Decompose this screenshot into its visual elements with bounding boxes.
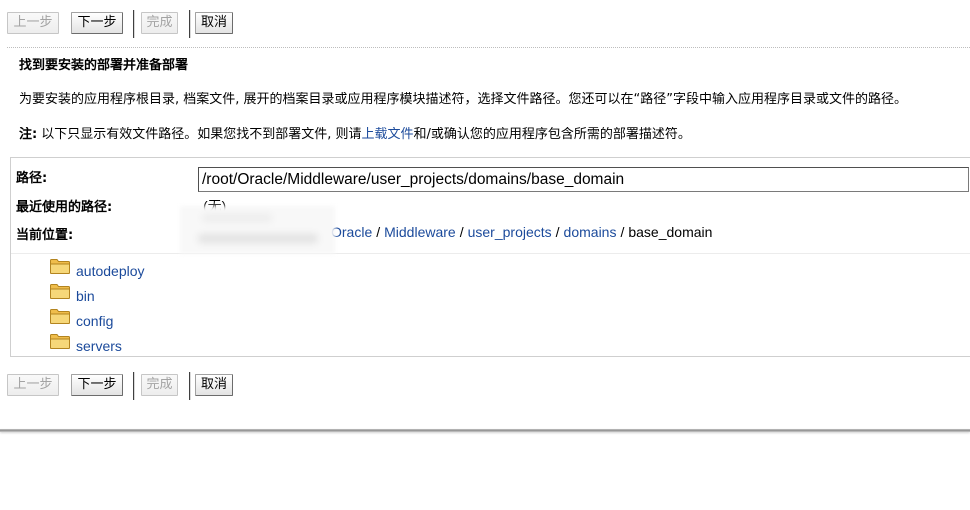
content-bottom-edge <box>0 429 970 432</box>
recent-paths-label: 最近使用的路径: <box>16 200 113 215</box>
note-text-before-link: 以下只显示有效文件路径。如果您找不到部署文件, 则请 <box>41 127 362 142</box>
path-label: 路径: <box>16 171 48 186</box>
breadcrumb-separator: / <box>620 224 625 240</box>
toolbar-separator <box>189 10 191 38</box>
toolbar-separator <box>189 372 191 400</box>
folder-item-servers: servers <box>50 331 350 356</box>
folder-link[interactable]: config <box>76 313 113 329</box>
folder-link[interactable]: servers <box>76 338 122 354</box>
folder-icon <box>50 309 70 324</box>
folder-item-autodeploy: autodeploy <box>50 256 350 281</box>
folder-icon <box>50 284 70 299</box>
file-browser: 路径: 最近使用的路径: (无) 当前位置: Oracle / Middlewa… <box>10 157 970 357</box>
folder-icon <box>50 334 70 349</box>
cancel-button[interactable]: 取消 <box>195 12 233 34</box>
toolbar-separator <box>133 10 135 38</box>
finish-button[interactable]: 完成 <box>141 12 178 34</box>
back-button[interactable]: 上一步 <box>7 374 59 396</box>
folder-item-bin: bin <box>50 281 350 306</box>
current-location-label: 当前位置: <box>16 228 74 243</box>
upload-files-link[interactable]: 上载文件 <box>361 127 413 142</box>
back-button[interactable]: 上一步 <box>7 12 59 34</box>
cancel-button[interactable]: 取消 <box>195 374 233 396</box>
section-divider <box>7 47 970 48</box>
next-button[interactable]: 下一步 <box>71 374 123 396</box>
folder-icon <box>50 259 70 274</box>
breadcrumb-item-user-projects[interactable]: user_projects <box>468 224 552 240</box>
breadcrumb-separator: / <box>459 224 464 240</box>
next-button[interactable]: 下一步 <box>71 12 123 34</box>
folder-link[interactable]: autodeploy <box>76 263 145 279</box>
redaction-smudge <box>202 214 272 222</box>
note-text-after-link: 和/或确认您的应用程序包含所需的部署描述符。 <box>413 127 691 142</box>
breadcrumb-item-middleware[interactable]: Middleware <box>384 224 456 240</box>
wizard-toolbar-top: 上一步 下一步 完成 取消 <box>0 9 240 39</box>
folder-item-config: config <box>50 306 350 331</box>
browser-divider <box>11 253 970 254</box>
toolbar-separator <box>133 372 135 400</box>
wizard-toolbar-bottom: 上一步 下一步 完成 取消 <box>0 371 240 401</box>
path-input[interactable] <box>198 167 969 192</box>
page-title: 找到要安装的部署并准备部署 <box>19 58 189 73</box>
page-description: 为要安装的应用程序根目录, 档案文件, 展开的档案目录或应用程序模块描述符，选择… <box>19 92 907 107</box>
breadcrumb-item-current: base_domain <box>628 224 713 240</box>
folder-link[interactable]: bin <box>76 288 95 304</box>
note-label: 注: <box>19 127 38 142</box>
breadcrumb-item-oracle[interactable]: Oracle <box>331 224 372 240</box>
breadcrumb: Oracle / Middleware / user_projects / do… <box>331 224 712 240</box>
redacted-region <box>180 206 335 254</box>
breadcrumb-separator: / <box>555 224 560 240</box>
redaction-smudge <box>198 234 318 243</box>
finish-button[interactable]: 完成 <box>141 374 178 396</box>
breadcrumb-item-domains[interactable]: domains <box>564 224 617 240</box>
note-text: 注: 以下只显示有效文件路径。如果您找不到部署文件, 则请上载文件和/或确认您的应… <box>19 127 691 143</box>
breadcrumb-separator: / <box>376 224 381 240</box>
